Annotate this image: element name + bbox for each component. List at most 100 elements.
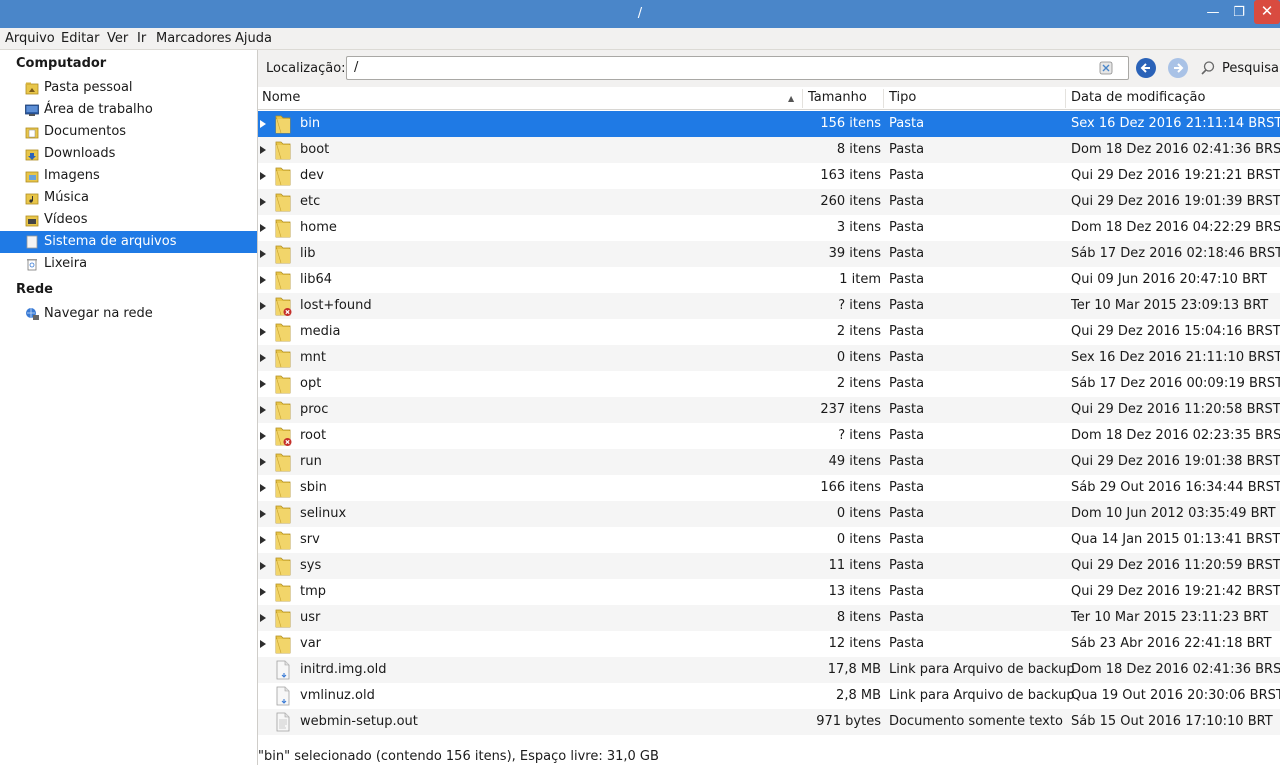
sidebar-item-documents[interactable]: Documentos — [0, 121, 257, 143]
expander-arrow-icon[interactable] — [258, 587, 268, 597]
file-row[interactable]: webmin-setup.out 971 bytes Documento somen… — [258, 709, 1280, 735]
file-row[interactable]: home 3 itens Pasta Dom 18 Dez 2016 04:22:29… — [258, 215, 1280, 241]
expander-arrow-icon[interactable] — [258, 613, 268, 623]
sidebar-item-network[interactable]: Navegar na rede — [0, 303, 257, 325]
menu-marcadores[interactable]: Marcadores — [156, 31, 231, 46]
expander-arrow-icon[interactable] — [258, 301, 268, 311]
file-date: Dom 18 Dez 2016 02:41:36 BRST — [1071, 142, 1280, 157]
location-input[interactable]: / — [346, 56, 1129, 80]
expander-arrow-icon[interactable] — [258, 639, 268, 649]
sidebar-item-trash[interactable]: Lixeira — [0, 253, 257, 275]
search-button[interactable]: Pesquisa — [1222, 61, 1279, 76]
file-row[interactable]: initrd.img.old 17,8 MB Link para Arquivo d… — [258, 657, 1280, 683]
file-row[interactable]: dev 163 itens Pasta Qui 29 Dez 2016 19:21:2… — [258, 163, 1280, 189]
file-name: var — [300, 636, 322, 651]
expander-arrow-icon[interactable] — [258, 119, 268, 129]
column-header-date[interactable]: Data de modificação — [1071, 90, 1205, 105]
file-row[interactable]: vmlinuz.old 2,8 MB Link para Arquivo de ba… — [258, 683, 1280, 709]
file-date: Dom 18 Dez 2016 02:41:36 BRST — [1071, 662, 1280, 677]
file-size: 0 itens — [836, 506, 881, 521]
sidebar-item-pictures[interactable]: Imagens — [0, 165, 257, 187]
documents-folder-icon — [25, 127, 39, 139]
file-row[interactable]: opt 2 itens Pasta Sáb 17 Dez 2016 00:09:19 … — [258, 371, 1280, 397]
menu-editar[interactable]: Editar — [61, 31, 100, 46]
sidebar-item-downloads[interactable]: Downloads — [0, 143, 257, 165]
expander-arrow-icon[interactable] — [258, 405, 268, 415]
expander-arrow-icon[interactable] — [258, 379, 268, 389]
file-row[interactable]: root ? itens Pasta Dom 18 Dez 2016 02:23:35… — [258, 423, 1280, 449]
file-row[interactable]: sbin 166 itens Pasta Sáb 29 Out 2016 16:34:… — [258, 475, 1280, 501]
expander-arrow-icon[interactable] — [258, 535, 268, 545]
sidebar-item-home[interactable]: Pasta pessoal — [0, 77, 257, 99]
file-type: Pasta — [889, 168, 925, 183]
file-name: root — [300, 428, 327, 443]
clear-location-icon[interactable] — [1098, 60, 1114, 76]
file-size: 39 itens — [828, 246, 881, 261]
expander-arrow-icon[interactable] — [258, 327, 268, 337]
file-size: 156 itens — [820, 116, 881, 131]
column-separator[interactable] — [1065, 89, 1066, 108]
sidebar-item-videos[interactable]: Vídeos — [0, 209, 257, 231]
column-header-name[interactable]: Nome — [262, 90, 300, 105]
column-header-size[interactable]: Tamanho — [808, 90, 867, 105]
back-button[interactable] — [1136, 58, 1156, 78]
menu-ir[interactable]: Ir — [137, 31, 146, 46]
folder-icon — [275, 375, 291, 394]
file-row[interactable]: media 2 itens Pasta Qui 29 Dez 2016 15:04:1… — [258, 319, 1280, 345]
maximize-button[interactable]: ❐ — [1226, 0, 1252, 26]
folder-icon — [275, 505, 291, 524]
expander-arrow-icon[interactable] — [258, 561, 268, 571]
folder-icon — [275, 193, 291, 212]
file-row[interactable]: mnt 0 itens Pasta Sex 16 Dez 2016 21:11:10 … — [258, 345, 1280, 371]
expander-arrow-icon[interactable] — [258, 145, 268, 155]
menu-ver[interactable]: Ver — [107, 31, 128, 46]
file-type: Pasta — [889, 142, 925, 157]
expander-arrow-icon[interactable] — [258, 249, 268, 259]
column-separator[interactable] — [802, 89, 803, 108]
file-row[interactable]: var 12 itens Pasta Sáb 23 Abr 2016 22:41:18… — [258, 631, 1280, 657]
expander-arrow-icon[interactable] — [258, 223, 268, 233]
menu-arquivo[interactable]: Arquivo — [5, 31, 55, 46]
expander-arrow-icon[interactable] — [258, 509, 268, 519]
file-row[interactable]: bin 156 itens Pasta Sex 16 Dez 2016 21:11:1… — [258, 111, 1280, 137]
sidebar-item-label: Área de trabalho — [44, 102, 153, 117]
file-type: Pasta — [889, 428, 925, 443]
file-row[interactable]: lib64 1 item Pasta Qui 09 Jun 2016 20:47:10… — [258, 267, 1280, 293]
file-name: lost+found — [300, 298, 372, 313]
file-date: Sex 16 Dez 2016 21:11:10 BRST — [1071, 350, 1280, 365]
expander-arrow-icon[interactable] — [258, 353, 268, 363]
file-row[interactable]: sys 11 itens Pasta Qui 29 Dez 2016 11:20:59… — [258, 553, 1280, 579]
file-row[interactable]: selinux 0 itens Pasta Dom 10 Jun 2012 03:35… — [258, 501, 1280, 527]
sidebar-item-music[interactable]: Música — [0, 187, 257, 209]
column-header-type[interactable]: Tipo — [889, 90, 916, 105]
file-row[interactable]: lost+found ? itens Pasta Ter 10 Mar 2015 23… — [258, 293, 1280, 319]
file-type: Pasta — [889, 376, 925, 391]
search-icon[interactable] — [1200, 60, 1216, 76]
folder-icon — [275, 557, 291, 576]
file-row[interactable]: srv 0 itens Pasta Qua 14 Jan 2015 01:13:41 … — [258, 527, 1280, 553]
file-row[interactable]: etc 260 itens Pasta Qui 29 Dez 2016 19:01:3… — [258, 189, 1280, 215]
file-row[interactable]: usr 8 itens Pasta Ter 10 Mar 2015 23:11:23 … — [258, 605, 1280, 631]
sidebar-item-desktop[interactable]: Área de trabalho — [0, 99, 257, 121]
column-separator[interactable] — [883, 89, 884, 108]
expander-arrow-icon[interactable] — [258, 171, 268, 181]
expander-arrow-icon[interactable] — [258, 457, 268, 467]
file-row[interactable]: run 49 itens Pasta Qui 29 Dez 2016 19:01:38… — [258, 449, 1280, 475]
expander-arrow-icon[interactable] — [258, 431, 268, 441]
file-row[interactable]: proc 237 itens Pasta Qui 29 Dez 2016 11:20:… — [258, 397, 1280, 423]
forward-button[interactable] — [1168, 58, 1188, 78]
minimize-button[interactable]: — — [1200, 0, 1226, 26]
folder-icon — [275, 635, 291, 654]
file-row[interactable]: tmp 13 itens Pasta Qui 29 Dez 2016 19:21:42… — [258, 579, 1280, 605]
sidebar-item-filesystem[interactable]: Sistema de arquivos — [0, 231, 257, 253]
menu-ajuda[interactable]: Ajuda — [235, 31, 272, 46]
file-row[interactable]: boot 8 itens Pasta Dom 18 Dez 2016 02:41:36… — [258, 137, 1280, 163]
file-size: 8 itens — [836, 142, 881, 157]
file-name: proc — [300, 402, 329, 417]
file-date: Qua 19 Out 2016 20:30:06 BRST — [1071, 688, 1280, 703]
expander-arrow-icon[interactable] — [258, 483, 268, 493]
expander-arrow-icon[interactable] — [258, 197, 268, 207]
close-button[interactable]: ✕ — [1254, 0, 1280, 24]
file-row[interactable]: lib 39 itens Pasta Sáb 17 Dez 2016 02:18:46… — [258, 241, 1280, 267]
expander-arrow-icon[interactable] — [258, 275, 268, 285]
